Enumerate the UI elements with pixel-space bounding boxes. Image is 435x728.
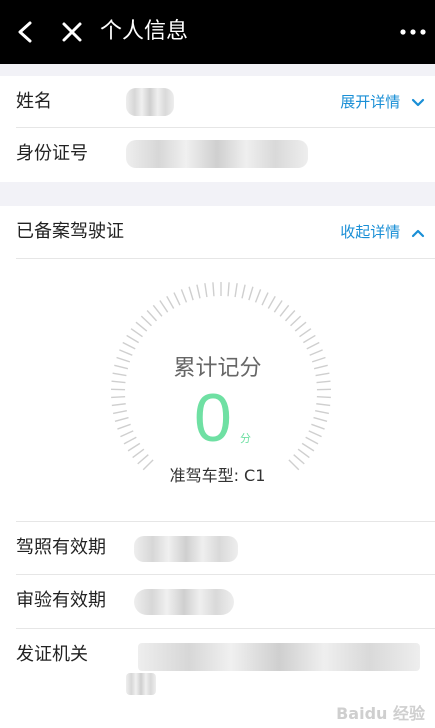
gauge-tick: [306, 341, 320, 350]
gauge-tick: [294, 321, 307, 332]
gauge-tick: [316, 396, 331, 399]
gauge-tick: [305, 436, 319, 445]
gauge-tick: [146, 310, 158, 322]
gauge-tick: [234, 283, 238, 298]
license-section-header: 已备案驾驶证 收起详情: [0, 206, 435, 258]
gauge-tick: [117, 423, 131, 430]
gauge-tick: [308, 430, 322, 438]
gauge-tick: [112, 410, 127, 415]
gauge-tick: [254, 289, 262, 303]
expand-details-label: 展开详情: [340, 93, 401, 111]
gauge-tick: [173, 292, 181, 306]
gauge-tick: [135, 321, 148, 332]
gauge-tick: [284, 310, 296, 322]
inspection-validity-label: 审验有效期: [16, 590, 106, 611]
gauge-tick: [111, 403, 126, 407]
collapse-details-button[interactable]: 收起详情: [340, 220, 425, 244]
id-number-row: 身份证号: [0, 128, 435, 180]
inspection-validity-value-redacted: [134, 589, 234, 615]
gauge-tick: [122, 341, 136, 350]
gauge-tick: [301, 442, 315, 452]
score-value: 0: [194, 380, 232, 456]
app-header: 个人信息: [0, 0, 435, 64]
issuer-value-redacted-line1: [138, 643, 420, 671]
gauge-tick: [132, 448, 145, 459]
gauge-tick: [123, 436, 137, 445]
gauge-tick: [311, 423, 325, 430]
id-number-label: 身份证号: [16, 143, 88, 164]
watermark: Baidu 经验: [336, 704, 425, 723]
gauge-tick: [111, 396, 126, 399]
gauge-tick: [261, 292, 269, 306]
more-dots-icon[interactable]: [399, 24, 427, 40]
expand-details-button[interactable]: 展开详情: [340, 90, 425, 114]
gauge-tick: [204, 283, 208, 298]
name-label: 姓名: [16, 91, 52, 112]
gauge-tick: [212, 282, 215, 297]
page-title: 个人信息: [100, 19, 189, 44]
id-number-value-redacted: [126, 140, 308, 168]
license-validity-label: 驾照有效期: [16, 537, 106, 558]
gauge-tick: [114, 416, 129, 423]
chevron-up-icon: [411, 229, 425, 237]
vehicle-type: 准驾车型: C1: [169, 466, 266, 485]
section-gap: [0, 182, 435, 206]
section-gap: [0, 64, 435, 76]
license-validity-row: 驾照有效期: [0, 522, 435, 574]
name-value-redacted: [126, 88, 174, 116]
gauge-tick: [290, 315, 302, 327]
gauge-tick: [299, 328, 312, 338]
gauge-tick: [227, 282, 230, 297]
issuer-value-redacted-line2: [126, 673, 156, 695]
gauge-tick: [279, 304, 290, 317]
close-icon[interactable]: [60, 20, 84, 44]
gauge-tick: [316, 403, 331, 407]
issuer-label: 发证机关: [16, 644, 88, 665]
gauge-tick: [140, 315, 152, 327]
gauge-tick: [273, 300, 283, 313]
chevron-down-icon: [411, 98, 425, 106]
gauge-tick: [166, 295, 175, 309]
name-row: 姓名 展开详情: [0, 76, 435, 128]
collapse-details-label: 收起详情: [340, 223, 401, 241]
divider: [16, 258, 435, 259]
gauge-tick: [241, 284, 246, 299]
gauge-tick: [130, 328, 143, 338]
gauge-tick: [302, 334, 316, 344]
inspection-validity-row: 审验有效期: [0, 575, 435, 627]
gauge-tick: [159, 300, 169, 313]
gauge-tick: [126, 334, 140, 344]
gauge-tick: [267, 295, 276, 309]
gauge-tick: [313, 416, 328, 423]
gauge-tick: [120, 430, 134, 438]
gauge-tick: [152, 304, 163, 317]
gauge-tick: [188, 286, 194, 301]
gauge-tick: [127, 442, 141, 452]
license-validity-value-redacted: [134, 536, 238, 562]
score-unit: 分: [240, 432, 251, 445]
gauge-tick: [180, 289, 188, 303]
license-section-label: 已备案驾驶证: [16, 221, 124, 242]
gauge-tick: [196, 284, 201, 299]
gauge-tick: [315, 410, 330, 415]
gauge-tick: [297, 448, 310, 459]
gauge-tick: [248, 286, 254, 301]
chevron-left-icon[interactable]: [14, 20, 38, 44]
